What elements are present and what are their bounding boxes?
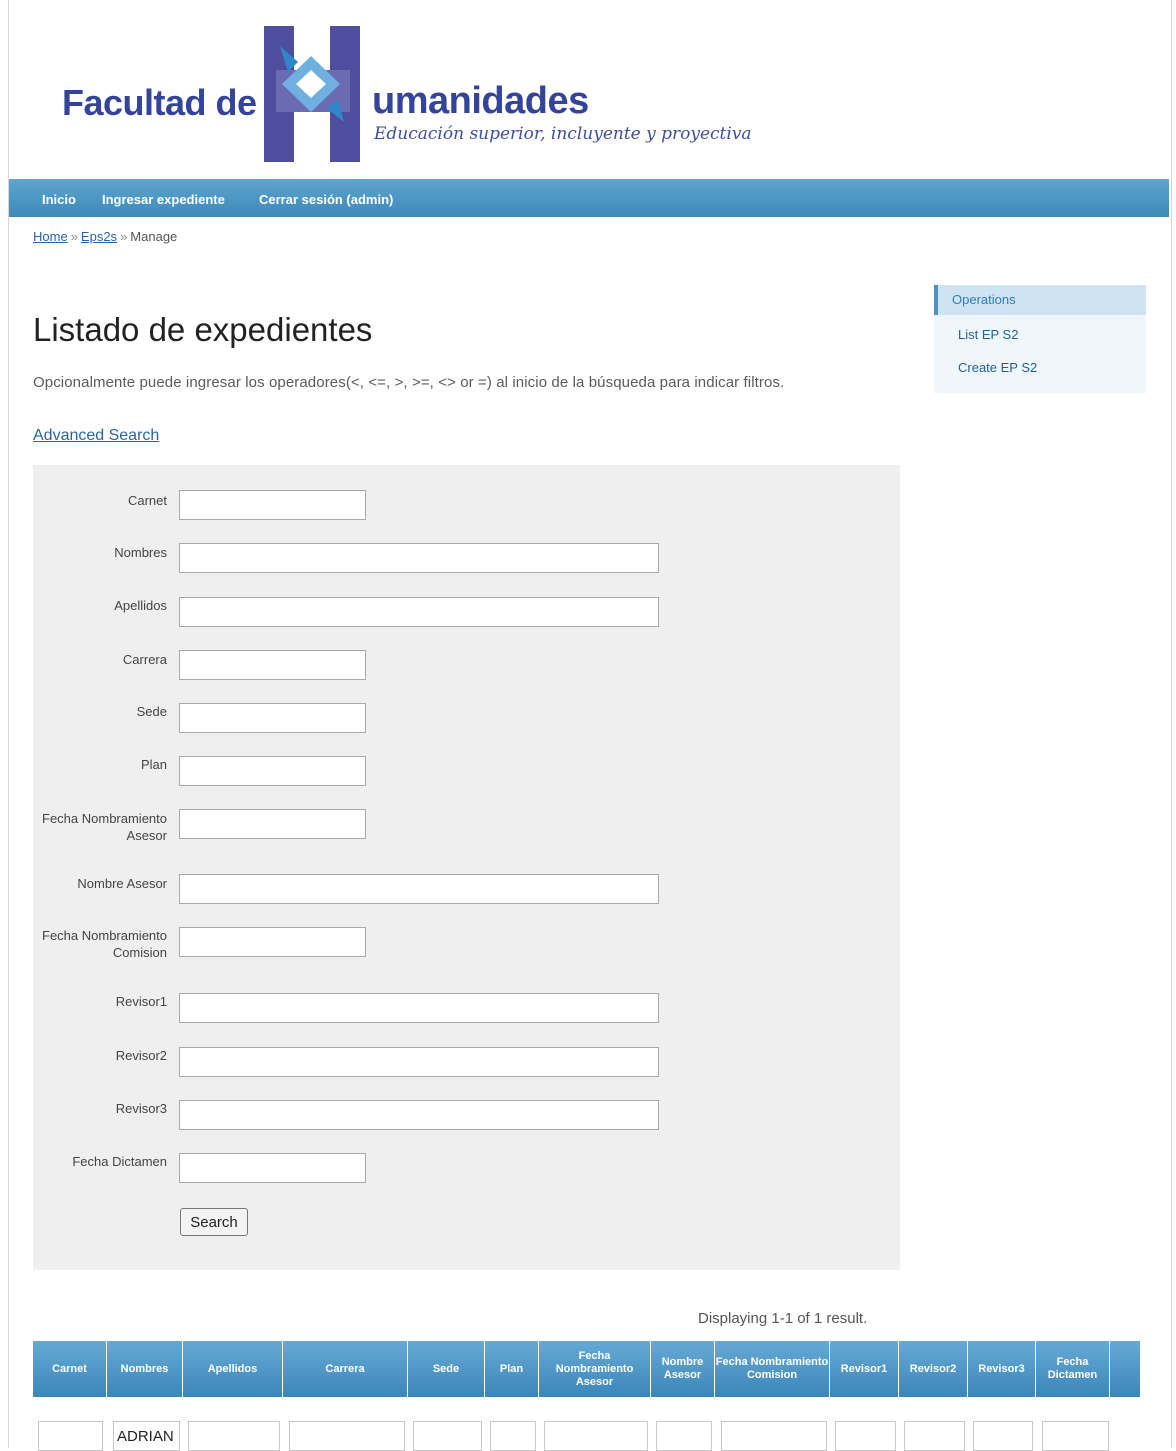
label-revisor2: Revisor2 (115, 1048, 167, 1063)
carrera-input[interactable] (179, 650, 366, 680)
filter-carrera[interactable] (289, 1421, 405, 1451)
main-nav: Inicio Ingresar expediente Cerrar sesión… (9, 179, 1169, 217)
label-fecha-nombramiento-comision: Fecha Nombramiento Comision (42, 928, 167, 960)
col-apellidos[interactable]: Apellidos (183, 1341, 283, 1397)
logo-text-right: umanidades (372, 80, 589, 122)
page-title: Listado de expedientes (33, 311, 373, 348)
results-summary: Displaying 1-1 of 1 result. (698, 1310, 868, 1327)
label-carnet: Carnet (127, 493, 167, 508)
filter-fecha-nombramiento-asesor[interactable] (544, 1421, 648, 1451)
operations-portlet: Operations List EP S2 Create EP S2 (934, 285, 1146, 393)
breadcrumb-separator: » (70, 229, 78, 244)
col-sede[interactable]: Sede (408, 1341, 485, 1397)
label-nombres: Nombres (114, 545, 167, 560)
col-nombres[interactable]: Nombres (107, 1341, 183, 1397)
label-fecha-nombramiento-asesor: Fecha Nombramiento Asesor (42, 811, 167, 843)
col-revisor2[interactable]: Revisor2 (899, 1341, 968, 1397)
filter-nombre-asesor[interactable] (656, 1421, 712, 1451)
col-nombre-asesor[interactable]: Nombre Asesor (651, 1341, 715, 1397)
filter-sede[interactable] (413, 1421, 482, 1451)
filter-revisor1[interactable] (835, 1421, 896, 1451)
col-fecha-nombramiento-comision[interactable]: Fecha Nombramiento Comision (715, 1341, 830, 1397)
op-create-eps2[interactable]: Create EP S2 (958, 360, 1037, 375)
grid-header: Carnet Nombres Apellidos Carrera Sede Pl… (33, 1341, 1140, 1397)
label-plan: Plan (140, 757, 167, 772)
breadcrumb-eps2s[interactable]: Eps2s (81, 229, 117, 244)
faculty-logo-icon (264, 26, 360, 162)
filter-fecha-nombramiento-comision[interactable] (721, 1421, 827, 1451)
operations-title: Operations (934, 285, 1146, 315)
fecha-nombramiento-asesor-input[interactable] (179, 809, 366, 839)
nav-ingresar-expediente[interactable]: Ingresar expediente (102, 192, 225, 207)
carnet-input[interactable] (179, 490, 366, 520)
col-plan[interactable]: Plan (485, 1341, 539, 1397)
filter-revisor2[interactable] (904, 1421, 965, 1451)
op-list-eps2[interactable]: List EP S2 (958, 327, 1018, 342)
plan-input[interactable] (179, 756, 366, 786)
col-carrera[interactable]: Carrera (283, 1341, 408, 1397)
label-nombre-asesor: Nombre Asesor (77, 876, 167, 891)
revisor2-input[interactable] (179, 1047, 659, 1077)
apellidos-input[interactable] (179, 597, 659, 627)
label-revisor1: Revisor1 (115, 994, 167, 1009)
nombre-asesor-input[interactable] (179, 874, 659, 904)
revisor1-input[interactable] (179, 993, 659, 1023)
filter-nombres[interactable] (113, 1421, 180, 1451)
search-form: Carnet Nombres Apellidos Carrera Sede Pl… (33, 465, 900, 1270)
label-carrera: Carrera (122, 652, 167, 667)
col-revisor1[interactable]: Revisor1 (830, 1341, 899, 1397)
col-revisor3[interactable]: Revisor3 (968, 1341, 1036, 1397)
col-fecha-dictamen[interactable]: Fecha Dictamen (1036, 1341, 1110, 1397)
filter-revisor3[interactable] (973, 1421, 1033, 1451)
label-fecha-dictamen: Fecha Dictamen (72, 1154, 167, 1169)
filter-apellidos[interactable] (188, 1421, 280, 1451)
nav-cerrar-sesion[interactable]: Cerrar sesión (admin) (259, 192, 393, 207)
label-sede: Sede (136, 704, 167, 719)
breadcrumb-current: Manage (130, 229, 178, 244)
filter-fecha-dictamen[interactable] (1042, 1421, 1109, 1451)
logo-text-left: Facultad de (62, 82, 257, 123)
filter-carnet[interactable] (38, 1421, 103, 1451)
nombres-input[interactable] (179, 543, 659, 573)
fecha-nombramiento-comision-input[interactable] (179, 927, 366, 957)
label-apellidos: Apellidos (114, 598, 167, 613)
breadcrumb: Home» Eps2s» Manage (33, 229, 177, 244)
breadcrumb-home[interactable]: Home (33, 229, 68, 244)
col-carnet[interactable]: Carnet (33, 1341, 107, 1397)
logo-tagline: Educación superior, incluyente y proyect… (374, 124, 752, 144)
advanced-search-link[interactable]: Advanced Search (33, 427, 159, 445)
label-revisor3: Revisor3 (115, 1101, 167, 1116)
revisor3-input[interactable] (179, 1100, 659, 1130)
col-fecha-nombramiento-asesor[interactable]: Fecha Nombramiento Asesor (539, 1341, 651, 1397)
fecha-dictamen-input[interactable] (179, 1153, 366, 1183)
breadcrumb-separator: » (120, 229, 128, 244)
filter-plan[interactable] (490, 1421, 536, 1451)
search-button[interactable]: Search (180, 1208, 248, 1236)
nav-inicio[interactable]: Inicio (42, 192, 76, 207)
filter-hint: Opcionalmente puede ingresar los operado… (33, 374, 785, 391)
sede-input[interactable] (179, 703, 366, 733)
